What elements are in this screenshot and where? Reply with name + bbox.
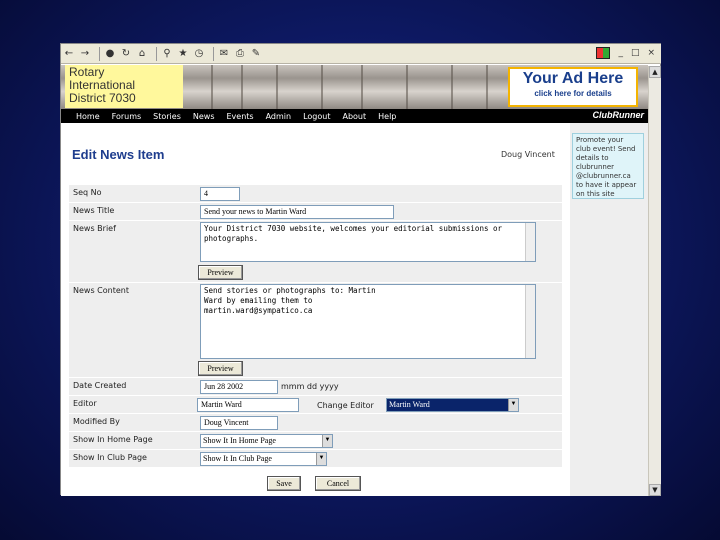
preview-brief-button[interactable]: Preview [198,265,243,280]
editor-label: Editor [73,399,97,408]
search-icon[interactable]: ⚲ [161,48,173,60]
home-page-label: Show In Home Page [73,435,153,444]
home-page-value: Show It In Home Page [203,436,276,445]
minimize-button[interactable]: _ [618,48,623,58]
stop-icon[interactable]: ● [104,48,116,60]
seq-label: Seq No [73,188,102,197]
chevron-down-icon[interactable]: ▼ [322,435,332,447]
save-button[interactable]: Save [267,476,301,491]
back-icon[interactable]: ← [63,48,75,60]
title-input[interactable]: Send your news to Martin Ward [200,205,394,219]
club-page-value: Show It In Club Page [203,454,272,463]
scroll-down-icon[interactable]: ▼ [649,484,661,496]
mail-icon[interactable]: ✉ [218,48,230,60]
page-title: Edit News Item [72,147,165,162]
clubrunner-logo: ClubRunner [592,110,645,120]
date-label: Date Created [73,381,127,390]
brief-label: News Brief [73,224,116,233]
form-row-content: News Content Send stories or photographs… [69,282,562,377]
date-input[interactable]: Jun 28 2002 [200,380,278,394]
toolbar-separator [156,46,157,61]
maximize-button[interactable]: □ [631,48,640,58]
nav-help[interactable]: Help [378,112,396,121]
nav-logout[interactable]: Logout [303,112,330,121]
toolbar-separator [213,46,214,61]
nav-admin[interactable]: Admin [266,112,292,121]
scroll-up-icon[interactable]: ▲ [649,66,661,78]
ad-subtitle: click here for details [534,89,612,98]
form-row-title: News Title Send your news to Martin Ward [69,202,562,220]
site-nav: Home Forums Stories News Events Admin Lo… [61,109,648,123]
site-banner: Rotary International District 7030 Your … [61,65,648,109]
browser-toolbar: ← → ● ↻ ⌂ ⚲ ★ ◷ ✉ ⎙ ✎ _ □ × [61,44,661,64]
content-label: News Content [73,286,129,295]
toolbar-separator [99,46,100,61]
form-row-modified: Modified By Doug Vincent [69,413,562,431]
chevron-down-icon[interactable]: ▼ [316,453,326,465]
favorites-icon[interactable]: ★ [177,48,189,60]
club-page-label: Show In Club Page [73,453,147,462]
form-row-home: Show In Home Page Show It In Home Page ▼ [69,431,562,449]
editor-input[interactable]: Martin Ward [197,398,299,412]
textarea-scrollbar[interactable] [525,285,535,358]
ad-title: Your Ad Here [522,70,624,87]
windows-logo-icon [596,47,611,59]
home-icon[interactable]: ⌂ [136,48,148,60]
form-row-editor: Editor Martin Ward Change Editor Martin … [69,395,562,413]
modified-input[interactable]: Doug Vincent [200,416,278,430]
textarea-scrollbar[interactable] [525,223,535,261]
page-scrollbar[interactable]: ▲ ▼ [648,66,661,496]
chevron-down-icon[interactable]: ▼ [508,399,518,411]
nav-news[interactable]: News [193,112,215,121]
preview-content-button[interactable]: Preview [198,361,243,376]
form-row-seq: Seq No 4 [69,184,562,202]
club-page-select[interactable]: Show It In Club Page ▼ [200,452,327,466]
district-logo[interactable]: Rotary International District 7030 [65,65,183,108]
home-page-select[interactable]: Show It In Home Page ▼ [200,434,333,448]
form-row-club: Show In Club Page Show It In Club Page ▼ [69,449,562,467]
main-content: Edit News Item Doug Vincent Seq No 4 New… [61,123,570,496]
browser-window: ← → ● ↻ ⌂ ⚲ ★ ◷ ✉ ⎙ ✎ _ □ × Rotary Inter… [60,43,661,496]
brief-textarea[interactable]: Your District 7030 website, welcomes you… [200,222,536,262]
ad-banner[interactable]: Your Ad Here click here for details [508,67,638,107]
content-textarea[interactable]: Send stories or photographs to: Martin W… [200,284,536,359]
form-row-date: Date Created Jun 28 2002 mmm dd yyyy [69,377,562,395]
change-editor-select[interactable]: Martin Ward ▼ [386,398,519,412]
brief-text: Your District 7030 website, welcomes you… [204,224,503,243]
cancel-button[interactable]: Cancel [315,476,361,491]
promo-box[interactable]: Promote your club event! Send details to… [572,133,644,199]
title-label: News Title [73,206,115,215]
refresh-icon[interactable]: ↻ [120,48,132,60]
history-icon[interactable]: ◷ [193,48,205,60]
current-user: Doug Vincent [501,150,555,159]
date-format-hint: mmm dd yyyy [281,382,339,391]
forward-icon[interactable]: → [79,48,91,60]
nav-forums[interactable]: Forums [112,112,142,121]
change-editor-value: Martin Ward [389,400,430,409]
nav-events[interactable]: Events [227,112,254,121]
nav-home[interactable]: Home [76,112,100,121]
form-row-brief: News Brief Your District 7030 website, w… [69,220,562,282]
change-editor-label: Change Editor [317,401,374,410]
modified-label: Modified By [73,417,120,426]
close-button[interactable]: × [647,48,655,58]
content-text: Send stories or photographs to: Martin W… [204,286,376,315]
print-icon[interactable]: ⎙ [234,48,246,60]
seq-input[interactable]: 4 [200,187,240,201]
right-sidebar: Promote your club event! Send details to… [570,123,648,496]
district-line: District 7030 [69,91,136,105]
edit-icon[interactable]: ✎ [250,48,262,60]
nav-about[interactable]: About [342,112,366,121]
nav-stories[interactable]: Stories [153,112,181,121]
